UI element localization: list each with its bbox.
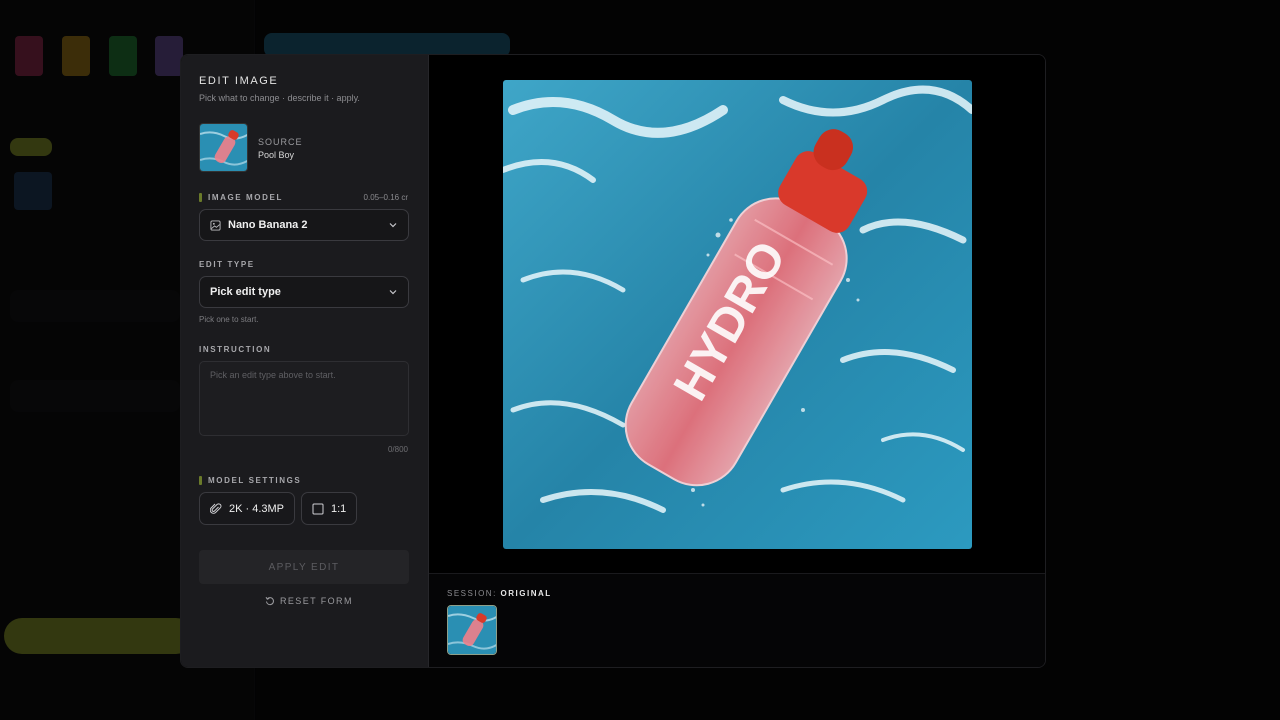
edit-type-hint: Pick one to start. (199, 315, 259, 324)
image-model-select[interactable]: Nano Banana 2 (199, 209, 409, 241)
instruction-label: INSTRUCTION (199, 345, 272, 354)
square-icon (312, 503, 324, 514)
edit-type-value: Pick edit type (210, 286, 281, 298)
preview-image: HYDRO (503, 80, 972, 549)
modal-subtitle: Pick what to change · describe it · appl… (199, 93, 360, 103)
session-label: SESSION: ORIGINAL (447, 589, 552, 598)
session-label-value: ORIGINAL (500, 589, 552, 598)
aspect-ratio-value: 1:1 (331, 502, 347, 515)
edit-type-select[interactable]: Pick edit type (199, 276, 409, 308)
session-thumbnail-original[interactable] (447, 605, 497, 655)
apply-edit-button[interactable]: APPLY EDIT (199, 550, 409, 584)
model-settings-label: MODEL SETTINGS (199, 476, 301, 485)
character-counter: 0/800 (387, 445, 408, 454)
aspect-ratio-chip[interactable]: 1:1 (301, 492, 358, 525)
paperclip-icon (210, 502, 222, 514)
image-model-value: Nano Banana 2 (228, 219, 308, 231)
image-model-label: IMAGE MODEL (199, 193, 283, 202)
credit-cost: 0.05–0.16 cr (363, 193, 408, 202)
instruction-textarea[interactable] (199, 361, 409, 436)
source-name: Pool Boy (258, 150, 295, 160)
chevron-down-icon (389, 223, 397, 228)
session-strip: SESSION: ORIGINAL (429, 573, 1045, 667)
session-label-prefix: SESSION: (447, 589, 497, 598)
resolution-chip[interactable]: 2K · 4.3MP (199, 492, 296, 525)
edit-image-modal: EDIT IMAGE Pick what to change · describ… (180, 54, 1046, 668)
edit-panel: EDIT IMAGE Pick what to change · describ… (181, 55, 429, 667)
reset-icon (265, 596, 274, 606)
source-label: SOURCE (258, 137, 303, 147)
image-icon (210, 219, 221, 231)
chevron-down-icon (389, 290, 397, 295)
edit-type-label: EDIT TYPE (199, 260, 255, 269)
modal-title: EDIT IMAGE (199, 75, 279, 87)
source-thumbnail (199, 123, 248, 172)
reset-form-label: RESET FORM (280, 596, 353, 606)
reset-form-button[interactable]: RESET FORM (265, 596, 353, 606)
image-preview-area: HYDRO (429, 55, 1045, 573)
resolution-value: 2K · 4.3MP (229, 502, 285, 515)
